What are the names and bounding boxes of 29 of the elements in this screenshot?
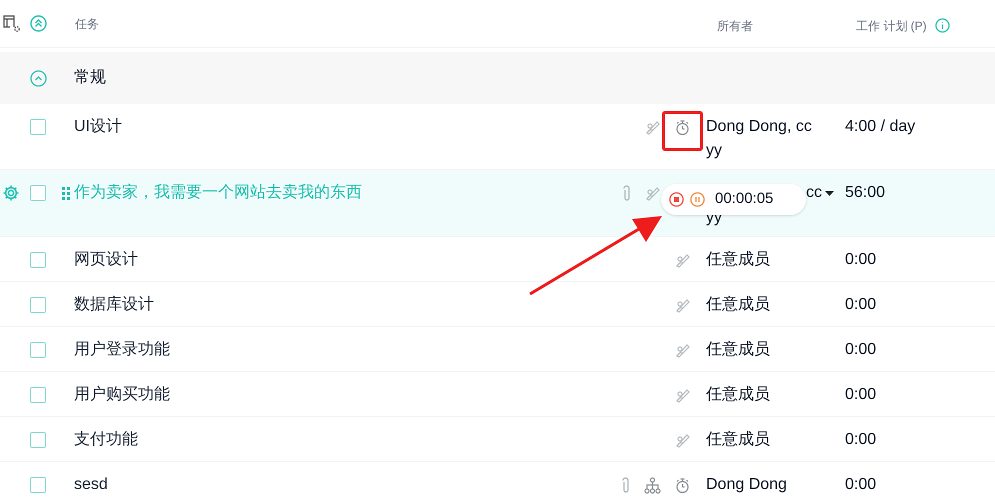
work-plan: 56:00 [845, 183, 886, 203]
task-name[interactable]: 用户购买功能 [74, 383, 604, 407]
work-plan: 0:00 [845, 385, 876, 405]
task-name[interactable]: 用户登录功能 [74, 338, 604, 362]
owner-name: 任意成员 [706, 384, 771, 405]
task-name[interactable]: 数据库设计 [74, 293, 604, 317]
timer-time: 00:00:05 [715, 189, 774, 210]
task-name[interactable]: UI设计 [74, 115, 604, 139]
owner-name: cc [806, 183, 822, 203]
work-plan: 0:00 [845, 340, 876, 360]
owner-name: 任意成员 [706, 250, 771, 270]
work-plan: 0:00 [845, 475, 876, 495]
work-plan: 4:00 / day [845, 117, 916, 137]
task-name[interactable]: 支付功能 [74, 428, 604, 452]
column-header: 任务 [75, 16, 100, 32]
group-title: 常规 [74, 68, 106, 88]
column-header: 所有者 [717, 18, 754, 34]
work-plan: 0:00 [845, 250, 876, 270]
task-name[interactable]: sesd [74, 473, 604, 497]
owner-name: 任意成员 [706, 340, 771, 360]
owner-name: Dong Dong [706, 475, 788, 495]
group-header[interactable]: 常规 [0, 52, 995, 104]
owner-name: 任意成员 [706, 430, 771, 450]
owner-name: 任意成员 [706, 294, 771, 315]
work-plan: 0:00 [845, 430, 876, 450]
task-name[interactable]: 网页设计 [74, 248, 604, 272]
work-plan: 0:00 [845, 295, 876, 315]
column-header: 工作 计划 (P) [856, 18, 927, 34]
owner-name: Dong Dong, cc yy [706, 117, 813, 161]
